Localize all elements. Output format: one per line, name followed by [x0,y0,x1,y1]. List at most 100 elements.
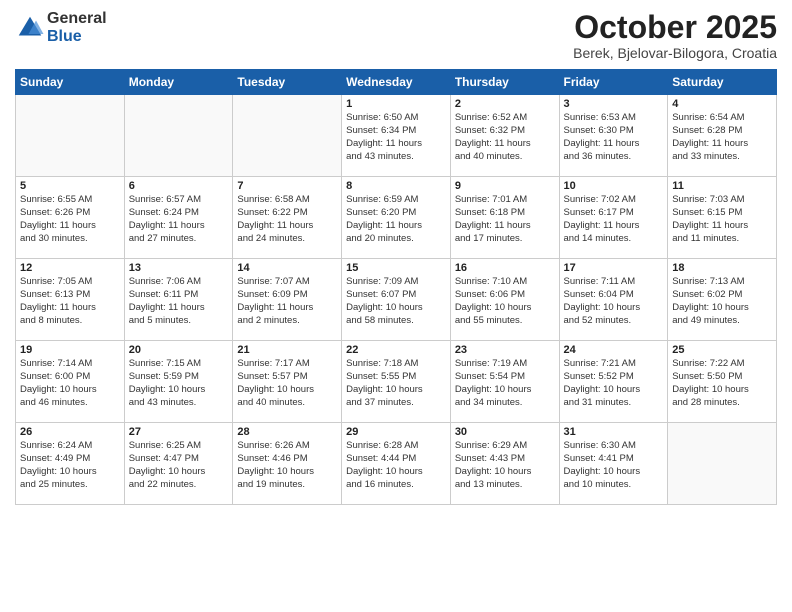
day-info: Sunrise: 7:07 AM Sunset: 6:09 PM Dayligh… [237,276,337,327]
calendar-week-row: 5 Sunrise: 6:55 AM Sunset: 6:26 PM Daylig… [16,177,777,259]
day-number: 2 [455,98,555,110]
calendar-day-cell: 8Sunrise: 6:59 AM Sunset: 6:20 PM Daylig… [342,177,451,259]
calendar-day-cell: 1Sunrise: 6:50 AM Sunset: 6:34 PM Daylig… [342,95,451,177]
calendar-day-cell: 12Sunrise: 7:05 AM Sunset: 6:13 PM Dayli… [16,259,125,341]
day-number: 6 [129,180,229,192]
calendar-day-cell [668,423,777,505]
calendar-day-cell: 30 Sunrise: 6:29 AM Sunset: 4:43 PM Dayli… [450,423,559,505]
day-info: Sunrise: 6:25 AM Sunset: 4:47 PM Dayligh… [129,440,229,491]
day-info: Sunrise: 7:19 AM Sunset: 5:54 PM Dayligh… [455,358,555,409]
calendar-week-row: 12Sunrise: 7:05 AM Sunset: 6:13 PM Dayli… [16,259,777,341]
calendar-day-cell [233,95,342,177]
calendar-day-cell: 13Sunrise: 7:06 AM Sunset: 6:11 PM Dayli… [124,259,233,341]
day-info: Sunrise: 6:57 AM Sunset: 6:24 PM Dayligh… [129,194,229,245]
day-number: 25 [672,344,772,356]
weekday-header-row: SundayMondayTuesdayWednesdayThursdayFrid… [16,70,777,95]
day-info: Sunrise: 7:22 AM Sunset: 5:50 PM Dayligh… [672,358,772,409]
day-info: Sunrise: 6:53 AM Sunset: 6:30 PM Dayligh… [564,112,664,163]
calendar-day-cell: 14 Sunrise: 7:07 AM Sunset: 6:09 PM Dayli… [233,259,342,341]
day-number: 4 [672,98,772,110]
day-number: 13 [129,262,229,274]
calendar-day-cell [124,95,233,177]
day-info: Sunrise: 6:58 AM Sunset: 6:22 PM Dayligh… [237,194,337,245]
day-number: 9 [455,180,555,192]
day-number: 26 [20,426,120,438]
day-info: Sunrise: 7:01 AM Sunset: 6:18 PM Dayligh… [455,194,555,245]
day-number: 7 [237,180,337,192]
title-block: October 2025 Berek, Bjelovar-Bilogora, C… [573,10,777,61]
day-info: Sunrise: 7:03 AM Sunset: 6:15 PM Dayligh… [672,194,772,245]
calendar-day-cell: 9 Sunrise: 7:01 AM Sunset: 6:18 PM Daylig… [450,177,559,259]
day-number: 16 [455,262,555,274]
weekday-header: Saturday [668,70,777,95]
logo-text: General Blue [47,10,107,45]
day-info: Sunrise: 7:10 AM Sunset: 6:06 PM Dayligh… [455,276,555,327]
day-number: 18 [672,262,772,274]
calendar-day-cell: 4 Sunrise: 6:54 AM Sunset: 6:28 PM Daylig… [668,95,777,177]
day-info: Sunrise: 7:13 AM Sunset: 6:02 PM Dayligh… [672,276,772,327]
calendar-day-cell: 28Sunrise: 6:26 AM Sunset: 4:46 PM Dayli… [233,423,342,505]
day-number: 5 [20,180,120,192]
weekday-header: Friday [559,70,668,95]
day-number: 15 [346,262,446,274]
day-info: Sunrise: 7:02 AM Sunset: 6:17 PM Dayligh… [564,194,664,245]
calendar-day-cell: 16 Sunrise: 7:10 AM Sunset: 6:06 PM Dayli… [450,259,559,341]
day-info: Sunrise: 6:29 AM Sunset: 4:43 PM Dayligh… [455,440,555,491]
calendar-day-cell: 19Sunrise: 7:14 AM Sunset: 6:00 PM Dayli… [16,341,125,423]
day-number: 3 [564,98,664,110]
calendar-day-cell: 15 Sunrise: 7:09 AM Sunset: 6:07 PM Dayli… [342,259,451,341]
calendar-day-cell: 29Sunrise: 6:28 AM Sunset: 4:44 PM Dayli… [342,423,451,505]
calendar-day-cell: 27 Sunrise: 6:25 AM Sunset: 4:47 PM Dayli… [124,423,233,505]
day-number: 10 [564,180,664,192]
day-info: Sunrise: 7:05 AM Sunset: 6:13 PM Dayligh… [20,276,120,327]
day-info: Sunrise: 7:09 AM Sunset: 6:07 PM Dayligh… [346,276,446,327]
day-info: Sunrise: 7:11 AM Sunset: 6:04 PM Dayligh… [564,276,664,327]
day-info: Sunrise: 6:30 AM Sunset: 4:41 PM Dayligh… [564,440,664,491]
calendar-day-cell: 23Sunrise: 7:19 AM Sunset: 5:54 PM Dayli… [450,341,559,423]
page: General Blue October 2025 Berek, Bjelova… [0,0,792,515]
day-number: 1 [346,98,446,110]
logo-general-text: General [47,10,107,28]
calendar-day-cell: 21 Sunrise: 7:17 AM Sunset: 5:57 PM Dayli… [233,341,342,423]
day-info: Sunrise: 6:55 AM Sunset: 6:26 PM Dayligh… [20,194,120,245]
day-info: Sunrise: 7:17 AM Sunset: 5:57 PM Dayligh… [237,358,337,409]
day-number: 29 [346,426,446,438]
weekday-header: Thursday [450,70,559,95]
calendar-day-cell: 3 Sunrise: 6:53 AM Sunset: 6:30 PM Daylig… [559,95,668,177]
day-number: 8 [346,180,446,192]
day-number: 22 [346,344,446,356]
calendar: SundayMondayTuesdayWednesdayThursdayFrid… [15,69,777,505]
day-number: 21 [237,344,337,356]
calendar-week-row: 19Sunrise: 7:14 AM Sunset: 6:00 PM Dayli… [16,341,777,423]
day-number: 28 [237,426,337,438]
logo-icon [15,13,45,43]
calendar-day-cell: 22 Sunrise: 7:18 AM Sunset: 5:55 PM Dayli… [342,341,451,423]
day-number: 20 [129,344,229,356]
calendar-day-cell: 20Sunrise: 7:15 AM Sunset: 5:59 PM Dayli… [124,341,233,423]
calendar-day-cell: 25 Sunrise: 7:22 AM Sunset: 5:50 PM Dayli… [668,341,777,423]
weekday-header: Tuesday [233,70,342,95]
calendar-day-cell: 24Sunrise: 7:21 AM Sunset: 5:52 PM Dayli… [559,341,668,423]
day-number: 14 [237,262,337,274]
calendar-week-row: 1Sunrise: 6:50 AM Sunset: 6:34 PM Daylig… [16,95,777,177]
day-info: Sunrise: 7:18 AM Sunset: 5:55 PM Dayligh… [346,358,446,409]
location: Berek, Bjelovar-Bilogora, Croatia [573,45,777,61]
day-number: 30 [455,426,555,438]
day-info: Sunrise: 6:52 AM Sunset: 6:32 PM Dayligh… [455,112,555,163]
calendar-day-cell: 11 Sunrise: 7:03 AM Sunset: 6:15 PM Dayli… [668,177,777,259]
day-number: 31 [564,426,664,438]
day-info: Sunrise: 7:14 AM Sunset: 6:00 PM Dayligh… [20,358,120,409]
calendar-day-cell: 2 Sunrise: 6:52 AM Sunset: 6:32 PM Daylig… [450,95,559,177]
weekday-header: Monday [124,70,233,95]
calendar-week-row: 26Sunrise: 6:24 AM Sunset: 4:49 PM Dayli… [16,423,777,505]
day-number: 11 [672,180,772,192]
calendar-day-cell: 26Sunrise: 6:24 AM Sunset: 4:49 PM Dayli… [16,423,125,505]
weekday-header: Sunday [16,70,125,95]
day-number: 24 [564,344,664,356]
day-info: Sunrise: 6:54 AM Sunset: 6:28 PM Dayligh… [672,112,772,163]
day-number: 27 [129,426,229,438]
day-number: 17 [564,262,664,274]
calendar-day-cell: 10 Sunrise: 7:02 AM Sunset: 6:17 PM Dayli… [559,177,668,259]
calendar-day-cell [16,95,125,177]
logo-blue-text: Blue [47,28,107,46]
